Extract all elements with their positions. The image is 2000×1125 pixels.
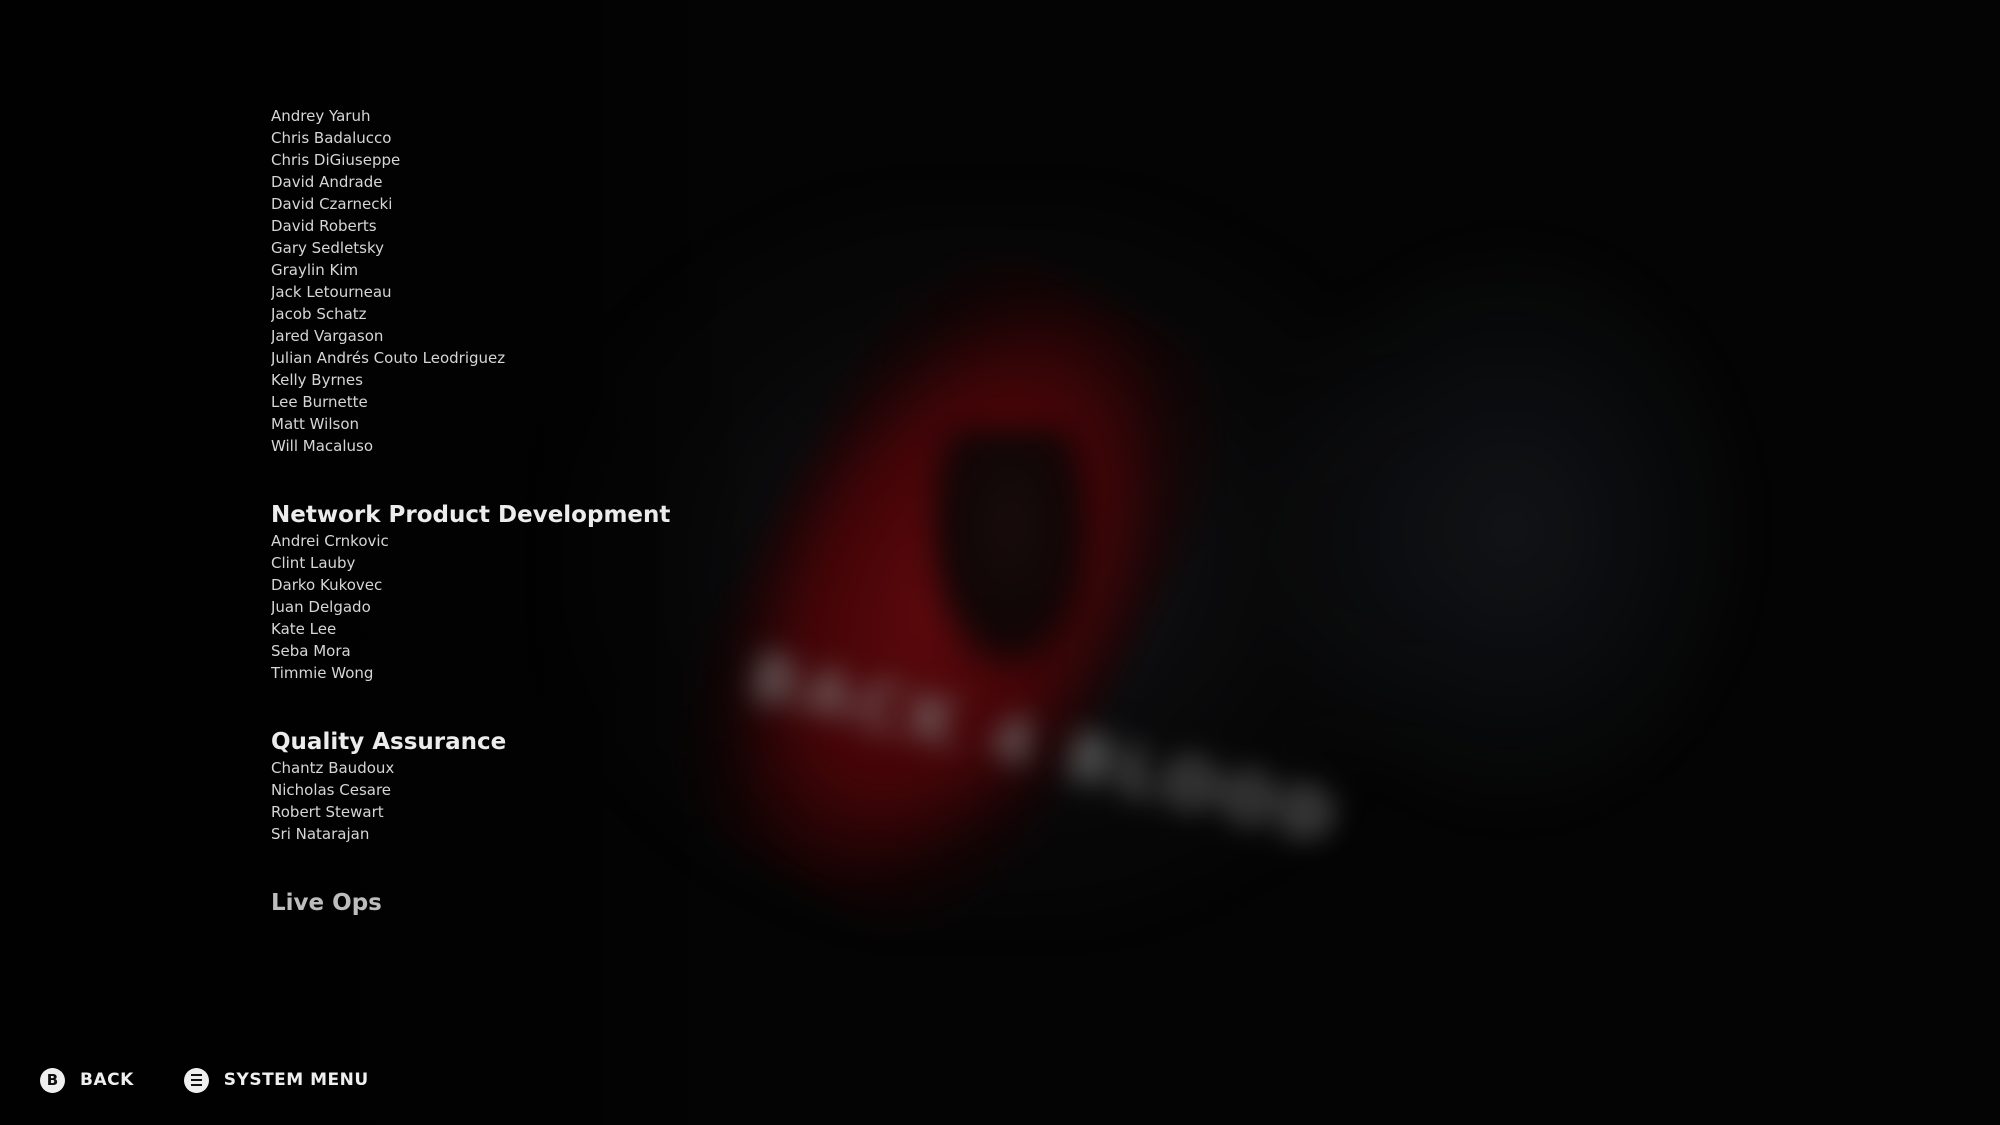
- back-label: BACK: [80, 1070, 134, 1090]
- credit-name: Lee Burnette: [271, 393, 368, 411]
- credit-name: Clint Lauby: [271, 554, 356, 572]
- credit-name: Chantz Baudoux: [271, 759, 395, 777]
- credits-screen: BACK 4 BLOOD Andrey Yaruh Chris Badalucc…: [0, 0, 2000, 1125]
- credit-name: Sri Natarajan: [271, 825, 370, 843]
- background-haze: [1250, 220, 1770, 840]
- credit-name: Timmie Wong: [271, 664, 374, 682]
- credit-name: Matt Wilson: [271, 415, 360, 433]
- b-button-icon: B: [40, 1067, 65, 1093]
- credit-name: Kate Lee: [271, 620, 337, 638]
- credits-section-live-ops: Live Ops: [271, 889, 670, 917]
- credits-scroll-region[interactable]: Andrey Yaruh Chris Badalucco Chris DiGius…: [271, 110, 971, 970]
- credit-name: Julian Andrés Couto Leodriguez: [271, 349, 506, 367]
- credit-name: David Roberts: [271, 217, 377, 235]
- credit-name: Kelly Byrnes: [271, 371, 363, 389]
- credit-name: Jacob Schatz: [271, 305, 367, 323]
- credit-name: Darko Kukovec: [271, 576, 383, 594]
- credit-name: Will Macaluso: [271, 437, 374, 455]
- credit-name: Seba Mora: [271, 642, 351, 660]
- credit-name: Robert Stewart: [271, 803, 384, 821]
- credit-name: Chris DiGiuseppe: [271, 151, 401, 169]
- credit-name: Jared Vargason: [271, 327, 384, 345]
- back-button[interactable]: B BACK: [40, 1067, 134, 1093]
- credit-name: Chris Badalucco: [271, 129, 392, 147]
- credits-name-list: Chantz Baudoux Nicholas Cesare Robert Stew…: [271, 757, 670, 845]
- credit-name: Andrei Crnkovic: [271, 532, 389, 550]
- credits-name-list: Andrei Crnkovic Clint Lauby Darko Kukovec J…: [271, 530, 670, 684]
- credit-name: Gary Sedletsky: [271, 239, 385, 257]
- credit-name-partial: Andrey Yaruh: [271, 110, 371, 125]
- credits-section-qa: Quality Assurance Chantz Baudoux Nicholas…: [271, 728, 670, 845]
- section-title: Quality Assurance: [271, 729, 507, 755]
- credit-name: Juan Delgado: [271, 598, 371, 616]
- section-title: Network Product Development: [271, 502, 671, 528]
- credit-name: Nicholas Cesare: [271, 781, 392, 799]
- credits-name-list: Chris Badalucco Chris DiGiuseppe David And…: [271, 127, 670, 457]
- credit-name: David Andrade: [271, 173, 383, 191]
- menu-button-icon: [183, 1067, 209, 1093]
- button-hints-bar: B BACK SYSTEM MENU: [40, 1066, 419, 1094]
- system-menu-label: SYSTEM MENU: [223, 1070, 369, 1090]
- section-title: Live Ops: [271, 890, 382, 916]
- system-menu-button[interactable]: SYSTEM MENU: [183, 1067, 369, 1093]
- credit-name: Graylin Kim: [271, 261, 359, 279]
- credit-name: David Czarnecki: [271, 195, 393, 213]
- credit-name: Jack Letourneau: [271, 283, 392, 301]
- credits-content: Andrey Yaruh Chris Badalucco Chris DiGius…: [271, 110, 670, 918]
- credits-section-network: Network Product Development Andrei Crnko…: [271, 501, 670, 684]
